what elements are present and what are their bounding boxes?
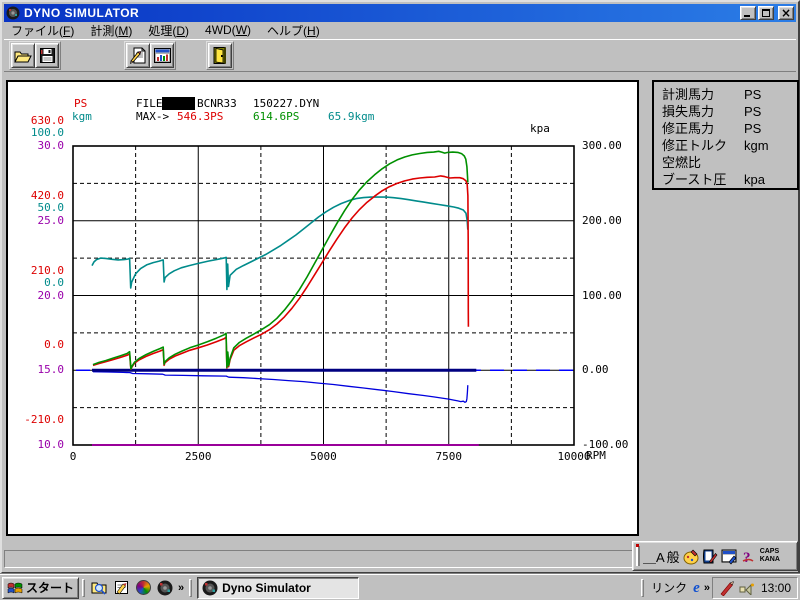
measured-hp-curve (93, 176, 468, 369)
windows-flag-icon (7, 581, 23, 595)
ime-input-mode[interactable]: ＿A (643, 547, 665, 566)
loss-hp-curve (93, 372, 468, 403)
links-toolbar-label[interactable]: リンク (651, 579, 687, 596)
ime-lock-indicators[interactable]: CAPS KANA (760, 548, 780, 564)
exit-door-icon (213, 47, 227, 64)
open-folder-icon (14, 49, 32, 63)
window-title: DYNO SIMULATOR (24, 6, 738, 20)
file-button-group (9, 41, 61, 70)
notepad-shortcut-icon[interactable] (112, 579, 130, 597)
legend-row: 損失馬力PS (662, 103, 797, 120)
legend-row: 空燃比 (662, 154, 797, 171)
measure-settings-button[interactable] (126, 43, 150, 68)
links-overflow-chevron[interactable]: » (702, 582, 712, 594)
exit-button-group (206, 41, 234, 70)
kana-indicator: KANA (760, 556, 780, 564)
legend-row: 計測馬力PS (662, 86, 797, 103)
clock[interactable]: 13:00 (761, 581, 791, 595)
chart-panel: PS kgm FILE: BCNR33 150227.DYN MAX-> 546… (6, 80, 639, 536)
car-code: BCNR33 (197, 98, 237, 110)
legend-panel: 計測馬力PS損失馬力PS修正馬力PS修正トルクkgm空燃比ブースト圧kpa (652, 80, 799, 190)
exit-button[interactable] (208, 43, 232, 68)
dyno-simulator-task-button[interactable]: Dyno Simulator (197, 577, 359, 599)
graph-window-icon (154, 48, 171, 63)
quicklaunch-overflow-chevron[interactable]: » (176, 582, 186, 594)
menu-item-2[interactable]: 計測(M) (90, 22, 132, 39)
save-floppy-icon (40, 48, 55, 63)
caps-indicator: CAPS (760, 548, 780, 556)
x-axis-unit: RPM (586, 450, 606, 462)
taskbar-grip3[interactable] (641, 579, 644, 597)
color-wheel-shortcut-icon[interactable] (134, 579, 152, 597)
toolbar (4, 39, 796, 72)
dyno-task-icon (202, 580, 218, 596)
maximize-icon (762, 9, 770, 17)
menu-item-4[interactable]: 4WD(W) (205, 23, 251, 37)
corrected-torque-curve (92, 197, 468, 290)
dyno-shortcut-icon[interactable] (156, 579, 174, 597)
taskbar: スタート » Dyno Simulator リンク e » 13:00 (0, 574, 800, 600)
menu-item-3[interactable]: 処理(D) (148, 22, 189, 39)
graph-display-button[interactable] (150, 43, 174, 68)
ime-properties-icon[interactable] (721, 548, 738, 565)
device-tray-icon[interactable] (739, 581, 755, 595)
search-shortcut-icon[interactable] (90, 579, 108, 597)
open-file-button[interactable] (11, 43, 35, 68)
menu-bar: ファイル(F) 計測(M) 処理(D) 4WD(W) ヘルプ(H) (4, 22, 796, 38)
left-unit-kgm: kgm (72, 111, 92, 123)
system-tray: 13:00 (712, 577, 798, 599)
minimize-icon (744, 15, 750, 17)
taskbar-grip2[interactable] (189, 579, 192, 597)
start-button[interactable]: スタート (2, 577, 79, 599)
legend-row: 修正馬力PS (662, 120, 797, 137)
maximize-button[interactable] (758, 6, 774, 20)
screen: DYNO SIMULATOR × ファイル(F) 計測(M) 処理(D) 4WD(W)… (0, 0, 800, 600)
document-pencil-icon (130, 47, 147, 64)
close-button[interactable]: × (778, 6, 794, 20)
measure-button-group (124, 41, 176, 70)
ime-grip[interactable] (636, 546, 640, 566)
task-button-label: Dyno Simulator (222, 581, 311, 595)
minimize-button[interactable] (740, 6, 756, 20)
file-name: 150227.DYN (253, 98, 319, 110)
ime-pad-icon[interactable] (683, 548, 700, 565)
taskbar-grip[interactable] (82, 579, 85, 597)
save-file-button[interactable] (35, 43, 59, 68)
right-axis-unit: kpa (530, 123, 550, 135)
max-label: MAX-> (136, 111, 169, 123)
app-icon (6, 6, 20, 20)
corrected-hp-curve (93, 151, 468, 368)
left-unit-ps: PS (74, 98, 87, 110)
legend-row: 修正トルクkgm (662, 137, 797, 154)
redacted-text (162, 97, 195, 110)
ime-toolbar[interactable]: ＿A 般 ? CAPS KANA (632, 541, 798, 571)
start-label: スタート (26, 579, 74, 596)
svg-text:?: ? (743, 550, 751, 565)
internet-explorer-icon[interactable]: e (693, 580, 700, 596)
close-icon: × (779, 6, 793, 20)
max-torque: 65.9kgm (328, 111, 374, 123)
menu-item-1[interactable]: ファイル(F) (11, 22, 74, 39)
pen-tray-icon[interactable] (719, 580, 735, 596)
legend-row: ブースト圧kpa (662, 171, 797, 188)
dyno-simulator-window: DYNO SIMULATOR × ファイル(F) 計測(M) 処理(D) 4WD(W)… (0, 0, 800, 574)
max-corrected-ps: 614.6PS (253, 111, 299, 123)
ime-dictionary-icon[interactable] (702, 548, 719, 565)
ime-conversion-mode[interactable]: 般 (667, 547, 680, 566)
ime-help-icon[interactable]: ? (740, 548, 757, 565)
menu-item-5[interactable]: ヘルプ(H) (267, 22, 320, 39)
title-bar[interactable]: DYNO SIMULATOR × (4, 4, 796, 22)
max-measured-ps: 546.3PS (177, 111, 223, 123)
dyno-chart (8, 82, 637, 534)
